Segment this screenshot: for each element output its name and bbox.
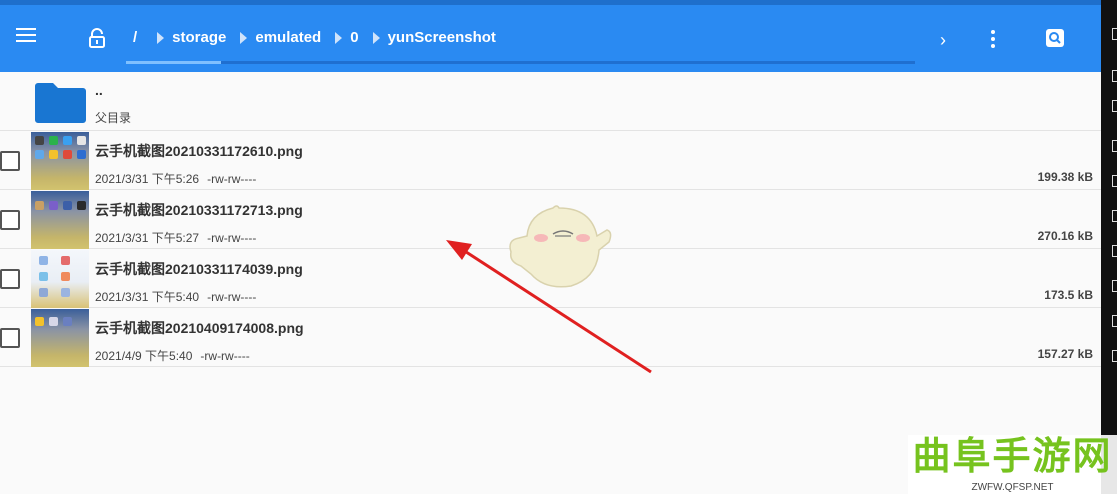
red-arrow-annotation — [446, 240, 652, 374]
watermark-title: 曲阜手游网 — [912, 436, 1113, 478]
watermark: 曲阜手游网 ZWFW.QFSP.NET — [908, 435, 1117, 494]
watermark-url: ZWFW.QFSP.NET — [971, 482, 1054, 493]
